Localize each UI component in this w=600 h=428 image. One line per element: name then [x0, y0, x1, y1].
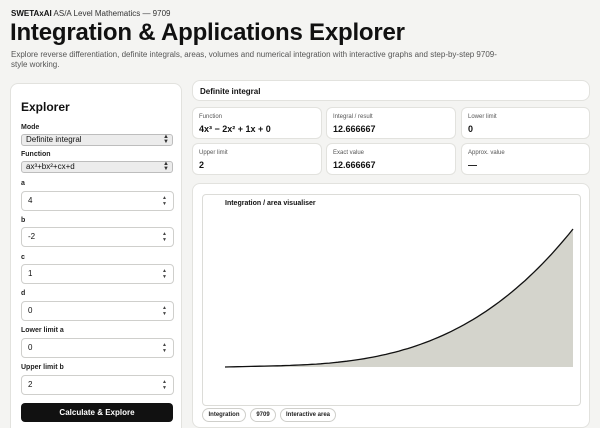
upper-limit-value: 2 — [28, 380, 33, 389]
area-chart — [224, 228, 574, 368]
lower-limit-label: Lower limit a — [21, 327, 64, 334]
upper-limit-label: Upper limit b — [21, 364, 64, 371]
lower-limit-input[interactable]: 0 ▲ ▼ — [21, 338, 174, 358]
exact-value-card: Exact value 12.666667 — [326, 143, 456, 175]
area-under-curve — [225, 229, 573, 367]
field-a-label: a — [21, 180, 25, 187]
graph-canvas[interactable]: Integration / area visualiser — [202, 194, 581, 406]
upper-limit-card: Upper limit 2 — [192, 143, 322, 175]
field-b-value: -2 — [28, 232, 36, 241]
lower-limit-card: Lower limit 0 — [461, 107, 590, 139]
card-value: 12.666667 — [333, 160, 376, 170]
page-title: Integration & Applications Explorer — [10, 19, 405, 46]
stepper-icon[interactable]: ▲ ▼ — [162, 195, 167, 207]
graph-panel: Integration / area visualiser — [192, 183, 590, 428]
function-label: Function — [21, 151, 51, 158]
page-subtitle: Explore reverse differentiation, definit… — [11, 50, 497, 69]
field-a-input[interactable]: 4 ▲ ▼ — [21, 191, 174, 211]
mode-select-value: Definite integral — [26, 135, 82, 144]
card-label: Approx. value — [468, 150, 505, 156]
brand-name: SWETAxAI — [11, 9, 52, 18]
brand-tagline: AS/A Level Mathematics — 9709 — [53, 9, 171, 18]
card-value: 4x³ − 2x² + 1x + 0 — [199, 124, 271, 134]
tag-chip: 9709 — [250, 408, 276, 422]
stepper-icon[interactable]: ▲ ▼ — [162, 268, 167, 280]
field-c-input[interactable]: 1 ▲ ▼ — [21, 264, 174, 284]
field-b-input[interactable]: -2 ▲ ▼ — [21, 227, 174, 247]
card-value: 2 — [199, 160, 205, 170]
function-select-value: ax³+bx²+cx+d — [26, 162, 75, 171]
mode-label: Mode — [21, 124, 40, 131]
field-d-input[interactable]: 0 ▲ ▼ — [21, 301, 174, 321]
field-d-label: d — [21, 290, 26, 297]
upper-limit-input[interactable]: 2 ▲ ▼ — [21, 375, 174, 395]
card-value: 12.666667 — [333, 124, 376, 134]
field-b-label: b — [21, 217, 26, 224]
result-header: Definite integral — [192, 80, 590, 101]
field-d-value: 0 — [28, 306, 33, 315]
explorer-heading: Explorer — [21, 100, 70, 114]
field-c-label: c — [21, 254, 25, 261]
calculate-button[interactable]: Calculate & Explore — [21, 403, 173, 422]
card-label: Integral / result — [333, 114, 373, 120]
field-c-value: 1 — [28, 269, 33, 278]
integral-result-card: Integral / result 12.666667 — [326, 107, 456, 139]
field-a-value: 4 — [28, 196, 33, 205]
lower-limit-value: 0 — [28, 343, 33, 352]
stepper-icon[interactable]: ▲ ▼ — [162, 231, 167, 243]
card-label: Exact value — [333, 150, 365, 156]
card-label: Upper limit — [199, 150, 228, 156]
result-heading: Definite integral — [200, 87, 261, 96]
function-select[interactable]: ax³+bx²+cx+d ▲ ▼ — [21, 161, 173, 173]
card-label: Function — [199, 114, 223, 120]
mode-select[interactable]: Definite integral ▲ ▼ — [21, 134, 173, 146]
stepper-icon[interactable]: ▲ ▼ — [162, 305, 167, 317]
tag-chip: Integration — [202, 408, 246, 422]
card-label: Lower limit — [468, 114, 497, 120]
approx-value-card: Approx. value — — [461, 143, 590, 175]
tag-chip: Interactive area — [280, 408, 336, 422]
card-value: 0 — [468, 124, 474, 134]
stepper-icon[interactable]: ▲ ▼ — [162, 379, 167, 391]
card-value: — — [468, 160, 477, 170]
brand: SWETAxAI AS/A Level Mathematics — 9709 — [11, 9, 170, 18]
stepper-icon[interactable]: ▲ ▼ — [162, 342, 167, 354]
explorer-panel: Explorer Mode Definite integral ▲ ▼ Funct… — [10, 83, 182, 428]
select-arrows-icon: ▲ ▼ — [163, 134, 169, 145]
select-arrows-icon: ▲ ▼ — [163, 161, 169, 172]
graph-title: Integration / area visualiser — [225, 200, 316, 207]
function-card: Function 4x³ − 2x² + 1x + 0 — [192, 107, 322, 139]
